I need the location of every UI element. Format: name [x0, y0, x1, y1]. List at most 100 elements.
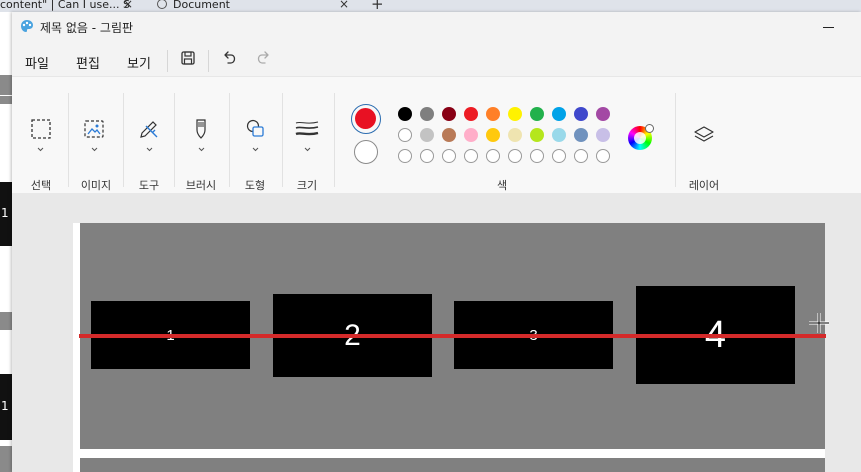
title-bar: 제목 없음 - 그림판 [12, 12, 861, 44]
custom-color-slot[interactable] [486, 149, 500, 163]
brushes-button[interactable] [186, 115, 216, 152]
menu-view[interactable]: 보기 [127, 53, 151, 72]
color-swatch[interactable] [508, 128, 522, 142]
save-icon[interactable] [180, 50, 196, 66]
ribbon-divider [68, 93, 69, 187]
chevron-down-icon [91, 147, 98, 152]
browser-tab-caniuse[interactable]: content" | Can I use... S [0, 0, 130, 12]
canvas-lower-edge [80, 458, 825, 472]
image-tool-button[interactable] [79, 115, 109, 152]
redo-icon[interactable] [256, 50, 272, 66]
custom-color-slot[interactable] [420, 149, 434, 163]
chevron-down-icon [304, 147, 311, 152]
color-swatch[interactable] [486, 128, 500, 142]
menu-divider [167, 50, 168, 72]
minimize-button[interactable] [817, 16, 841, 36]
background-gray-block [0, 75, 12, 95]
browser-tab-strip: content" | Can I use... S × Document × + [0, 0, 861, 12]
paint-palette-icon [21, 20, 33, 32]
background-block-label: 1 [1, 206, 9, 220]
globe-icon [157, 0, 167, 9]
background-gray-block [0, 312, 12, 330]
close-tab-icon[interactable]: × [339, 0, 349, 12]
custom-color-slot[interactable] [530, 149, 544, 163]
custom-color-slot[interactable] [552, 149, 566, 163]
custom-color-slot[interactable] [464, 149, 478, 163]
primary-color-swatch [355, 108, 376, 129]
background-gray-block [0, 96, 12, 104]
background-black-block: 1 [0, 182, 12, 246]
color-swatch[interactable] [508, 107, 522, 121]
color-swatch[interactable] [574, 107, 588, 121]
chevron-down-icon [37, 147, 44, 152]
custom-color-slot[interactable] [596, 149, 610, 163]
group-label-select: 선택 [30, 179, 52, 192]
secondary-color-button[interactable] [354, 140, 378, 164]
browser-tab-document-label: Document [173, 0, 230, 11]
group-label-shapes: 도형 [244, 179, 266, 192]
select-rectangle-icon [31, 119, 51, 139]
background-gray-block [0, 446, 12, 472]
chevron-down-icon [252, 147, 259, 152]
color-swatch[interactable] [574, 128, 588, 142]
shapes-button[interactable] [240, 115, 270, 152]
paint-window: 제목 없음 - 그림판 파일 편집 보기 선택 이미지 도구 브러시 도형 크기… [12, 12, 861, 472]
color-swatch[interactable] [442, 128, 456, 142]
group-label-colors: 색 [496, 179, 508, 192]
chevron-down-icon [146, 147, 153, 152]
primary-color-button[interactable] [351, 104, 381, 134]
new-tab-icon[interactable]: + [371, 0, 384, 12]
tools-button[interactable] [134, 115, 164, 152]
ribbon-divider [123, 93, 124, 187]
color-swatch[interactable] [552, 128, 566, 142]
color-swatch[interactable] [398, 107, 412, 121]
custom-color-slot[interactable] [398, 149, 412, 163]
custom-color-slot[interactable] [508, 149, 522, 163]
size-button[interactable] [292, 115, 322, 152]
pencil-eraser-icon [140, 121, 158, 138]
color-swatch[interactable] [530, 107, 544, 121]
drawn-line [79, 334, 826, 338]
select-tool-button[interactable] [25, 115, 55, 152]
color-swatch[interactable] [596, 107, 610, 121]
window-title: 제목 없음 - 그림판 [40, 21, 134, 35]
menu-edit[interactable]: 편집 [76, 53, 100, 72]
background-window-strip: 1 1 [0, 12, 12, 472]
custom-color-slot[interactable] [574, 149, 588, 163]
chevron-down-icon [198, 147, 205, 152]
group-label-brushes: 브러시 [185, 179, 217, 192]
close-tab-icon[interactable]: × [123, 0, 133, 12]
color-swatch[interactable] [464, 107, 478, 121]
group-label-size: 크기 [296, 179, 318, 192]
image-icon [84, 120, 104, 138]
layers-icon[interactable] [693, 124, 715, 146]
color-swatch[interactable] [596, 128, 610, 142]
plus-badge-icon [645, 124, 654, 133]
menu-divider [208, 50, 209, 72]
color-swatch[interactable] [420, 128, 434, 142]
color-swatch[interactable] [464, 128, 478, 142]
group-label-layers: 레이어 [688, 179, 720, 192]
custom-color-slot[interactable] [442, 149, 456, 163]
shapes-icon [246, 119, 264, 137]
crosshair-cursor-icon [809, 313, 829, 333]
background-block-label: 1 [1, 399, 9, 413]
edit-colors-icon[interactable] [628, 124, 654, 150]
color-swatch[interactable] [398, 128, 412, 142]
ribbon-divider [334, 93, 335, 187]
line-width-icon [295, 121, 319, 136]
brush-icon [196, 119, 206, 139]
browser-tab-document[interactable]: Document [157, 0, 230, 12]
color-swatch[interactable] [486, 107, 500, 121]
undo-icon[interactable] [221, 50, 237, 66]
menu-file[interactable]: 파일 [25, 53, 49, 72]
background-black-block: 1 [0, 374, 12, 440]
color-swatch[interactable] [442, 107, 456, 121]
ribbon-divider [675, 93, 676, 187]
color-swatch[interactable] [552, 107, 566, 121]
canvas-area: 1 2 3 4 [12, 193, 861, 472]
color-swatch[interactable] [530, 128, 544, 142]
color-swatch[interactable] [420, 107, 434, 121]
ribbon-divider [174, 93, 175, 187]
ribbon-divider [229, 93, 230, 187]
